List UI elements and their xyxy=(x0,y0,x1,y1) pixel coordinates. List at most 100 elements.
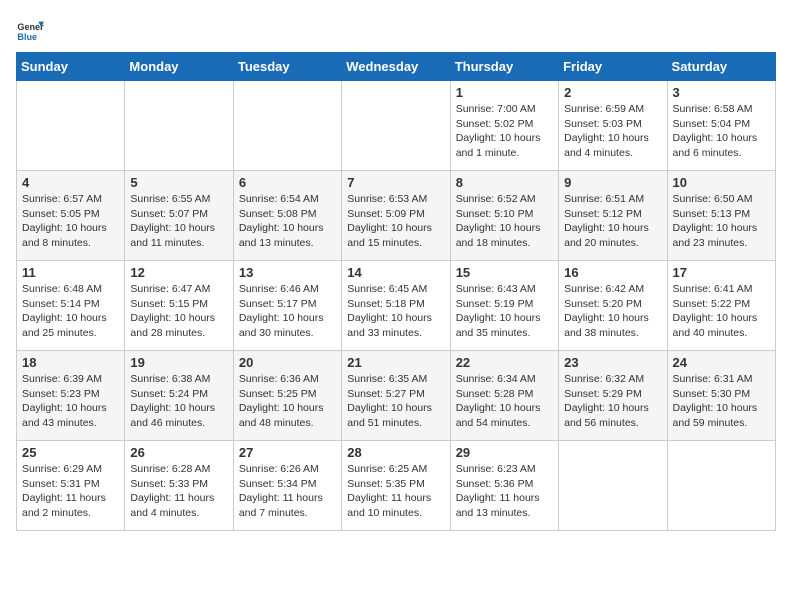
day-info: Sunrise: 6:23 AM Sunset: 5:36 PM Dayligh… xyxy=(456,462,553,521)
day-info: Sunrise: 7:00 AM Sunset: 5:02 PM Dayligh… xyxy=(456,102,553,161)
calendar-header-sunday: Sunday xyxy=(17,53,125,81)
calendar-cell: 19 Sunrise: 6:38 AM Sunset: 5:24 PM Dayli… xyxy=(125,351,233,441)
day-number: 6 xyxy=(239,175,336,190)
day-info: Sunrise: 6:43 AM Sunset: 5:19 PM Dayligh… xyxy=(456,282,553,341)
calendar-cell: 10 Sunrise: 6:50 AM Sunset: 5:13 PM Dayli… xyxy=(667,171,775,261)
calendar-header-monday: Monday xyxy=(125,53,233,81)
day-number: 16 xyxy=(564,265,661,280)
day-info: Sunrise: 6:26 AM Sunset: 5:34 PM Dayligh… xyxy=(239,462,336,521)
day-info: Sunrise: 6:51 AM Sunset: 5:12 PM Dayligh… xyxy=(564,192,661,251)
day-info: Sunrise: 6:52 AM Sunset: 5:10 PM Dayligh… xyxy=(456,192,553,251)
calendar-cell: 4 Sunrise: 6:57 AM Sunset: 5:05 PM Daylig… xyxy=(17,171,125,261)
day-info: Sunrise: 6:55 AM Sunset: 5:07 PM Dayligh… xyxy=(130,192,227,251)
day-number: 19 xyxy=(130,355,227,370)
day-info: Sunrise: 6:50 AM Sunset: 5:13 PM Dayligh… xyxy=(673,192,770,251)
calendar-cell: 6 Sunrise: 6:54 AM Sunset: 5:08 PM Daylig… xyxy=(233,171,341,261)
day-number: 15 xyxy=(456,265,553,280)
day-info: Sunrise: 6:38 AM Sunset: 5:24 PM Dayligh… xyxy=(130,372,227,431)
calendar-cell: 3 Sunrise: 6:58 AM Sunset: 5:04 PM Daylig… xyxy=(667,81,775,171)
day-info: Sunrise: 6:28 AM Sunset: 5:33 PM Dayligh… xyxy=(130,462,227,521)
calendar-week-row: 11 Sunrise: 6:48 AM Sunset: 5:14 PM Dayli… xyxy=(17,261,776,351)
day-number: 1 xyxy=(456,85,553,100)
day-number: 26 xyxy=(130,445,227,460)
day-number: 18 xyxy=(22,355,119,370)
day-info: Sunrise: 6:48 AM Sunset: 5:14 PM Dayligh… xyxy=(22,282,119,341)
calendar-cell xyxy=(233,81,341,171)
day-info: Sunrise: 6:35 AM Sunset: 5:27 PM Dayligh… xyxy=(347,372,444,431)
day-info: Sunrise: 6:39 AM Sunset: 5:23 PM Dayligh… xyxy=(22,372,119,431)
calendar-cell: 17 Sunrise: 6:41 AM Sunset: 5:22 PM Dayli… xyxy=(667,261,775,351)
calendar-header-wednesday: Wednesday xyxy=(342,53,450,81)
day-info: Sunrise: 6:29 AM Sunset: 5:31 PM Dayligh… xyxy=(22,462,119,521)
day-info: Sunrise: 6:45 AM Sunset: 5:18 PM Dayligh… xyxy=(347,282,444,341)
calendar-cell: 14 Sunrise: 6:45 AM Sunset: 5:18 PM Dayli… xyxy=(342,261,450,351)
day-info: Sunrise: 6:58 AM Sunset: 5:04 PM Dayligh… xyxy=(673,102,770,161)
calendar-week-row: 4 Sunrise: 6:57 AM Sunset: 5:05 PM Daylig… xyxy=(17,171,776,261)
calendar-cell: 21 Sunrise: 6:35 AM Sunset: 5:27 PM Dayli… xyxy=(342,351,450,441)
calendar-cell: 24 Sunrise: 6:31 AM Sunset: 5:30 PM Dayli… xyxy=(667,351,775,441)
day-number: 5 xyxy=(130,175,227,190)
calendar-cell: 15 Sunrise: 6:43 AM Sunset: 5:19 PM Dayli… xyxy=(450,261,558,351)
calendar-cell: 22 Sunrise: 6:34 AM Sunset: 5:28 PM Dayli… xyxy=(450,351,558,441)
day-info: Sunrise: 6:53 AM Sunset: 5:09 PM Dayligh… xyxy=(347,192,444,251)
calendar-week-row: 25 Sunrise: 6:29 AM Sunset: 5:31 PM Dayli… xyxy=(17,441,776,531)
day-number: 4 xyxy=(22,175,119,190)
calendar-cell: 1 Sunrise: 7:00 AM Sunset: 5:02 PM Daylig… xyxy=(450,81,558,171)
day-info: Sunrise: 6:31 AM Sunset: 5:30 PM Dayligh… xyxy=(673,372,770,431)
day-info: Sunrise: 6:34 AM Sunset: 5:28 PM Dayligh… xyxy=(456,372,553,431)
calendar-cell xyxy=(342,81,450,171)
calendar-header-tuesday: Tuesday xyxy=(233,53,341,81)
day-info: Sunrise: 6:42 AM Sunset: 5:20 PM Dayligh… xyxy=(564,282,661,341)
day-info: Sunrise: 6:54 AM Sunset: 5:08 PM Dayligh… xyxy=(239,192,336,251)
logo: General Blue xyxy=(16,16,44,44)
day-number: 2 xyxy=(564,85,661,100)
day-number: 25 xyxy=(22,445,119,460)
calendar-cell: 27 Sunrise: 6:26 AM Sunset: 5:34 PM Dayli… xyxy=(233,441,341,531)
calendar-table: SundayMondayTuesdayWednesdayThursdayFrid… xyxy=(16,52,776,531)
calendar-cell: 29 Sunrise: 6:23 AM Sunset: 5:36 PM Dayli… xyxy=(450,441,558,531)
day-info: Sunrise: 6:25 AM Sunset: 5:35 PM Dayligh… xyxy=(347,462,444,521)
day-number: 11 xyxy=(22,265,119,280)
day-number: 27 xyxy=(239,445,336,460)
calendar-header-friday: Friday xyxy=(559,53,667,81)
calendar-cell: 16 Sunrise: 6:42 AM Sunset: 5:20 PM Dayli… xyxy=(559,261,667,351)
day-number: 9 xyxy=(564,175,661,190)
calendar-cell: 23Sunrise: 6:32 AM Sunset: 5:29 PM Dayli… xyxy=(559,351,667,441)
calendar-cell: 13Sunrise: 6:46 AM Sunset: 5:17 PM Dayli… xyxy=(233,261,341,351)
day-number: 10 xyxy=(673,175,770,190)
day-number: 21 xyxy=(347,355,444,370)
calendar-header-thursday: Thursday xyxy=(450,53,558,81)
calendar-cell: 8 Sunrise: 6:52 AM Sunset: 5:10 PM Daylig… xyxy=(450,171,558,261)
calendar-cell xyxy=(667,441,775,531)
day-number: 28 xyxy=(347,445,444,460)
logo-icon: General Blue xyxy=(16,16,44,44)
day-number: 14 xyxy=(347,265,444,280)
day-number: 8 xyxy=(456,175,553,190)
day-number: 20 xyxy=(239,355,336,370)
calendar-cell xyxy=(17,81,125,171)
calendar-header-row: SundayMondayTuesdayWednesdayThursdayFrid… xyxy=(17,53,776,81)
day-number: 12 xyxy=(130,265,227,280)
day-number: 29 xyxy=(456,445,553,460)
calendar-cell: 20Sunrise: 6:36 AM Sunset: 5:25 PM Dayli… xyxy=(233,351,341,441)
day-number: 22 xyxy=(456,355,553,370)
day-number: 3 xyxy=(673,85,770,100)
calendar-cell: 11 Sunrise: 6:48 AM Sunset: 5:14 PM Dayli… xyxy=(17,261,125,351)
calendar-cell xyxy=(125,81,233,171)
day-info: Sunrise: 6:57 AM Sunset: 5:05 PM Dayligh… xyxy=(22,192,119,251)
day-number: 13 xyxy=(239,265,336,280)
calendar-cell xyxy=(559,441,667,531)
calendar-cell: 12 Sunrise: 6:47 AM Sunset: 5:15 PM Dayli… xyxy=(125,261,233,351)
calendar-week-row: 18 Sunrise: 6:39 AM Sunset: 5:23 PM Dayli… xyxy=(17,351,776,441)
calendar-header-saturday: Saturday xyxy=(667,53,775,81)
day-info: Sunrise: 6:32 AM Sunset: 5:29 PM Dayligh… xyxy=(564,372,661,431)
day-info: Sunrise: 6:59 AM Sunset: 5:03 PM Dayligh… xyxy=(564,102,661,161)
calendar-cell: 2 Sunrise: 6:59 AM Sunset: 5:03 PM Daylig… xyxy=(559,81,667,171)
day-number: 24 xyxy=(673,355,770,370)
calendar-cell: 26 Sunrise: 6:28 AM Sunset: 5:33 PM Dayli… xyxy=(125,441,233,531)
calendar-body: 1 Sunrise: 7:00 AM Sunset: 5:02 PM Daylig… xyxy=(17,81,776,531)
day-info: Sunrise: 6:41 AM Sunset: 5:22 PM Dayligh… xyxy=(673,282,770,341)
day-number: 17 xyxy=(673,265,770,280)
day-info: Sunrise: 6:47 AM Sunset: 5:15 PM Dayligh… xyxy=(130,282,227,341)
calendar-cell: 9 Sunrise: 6:51 AM Sunset: 5:12 PM Daylig… xyxy=(559,171,667,261)
